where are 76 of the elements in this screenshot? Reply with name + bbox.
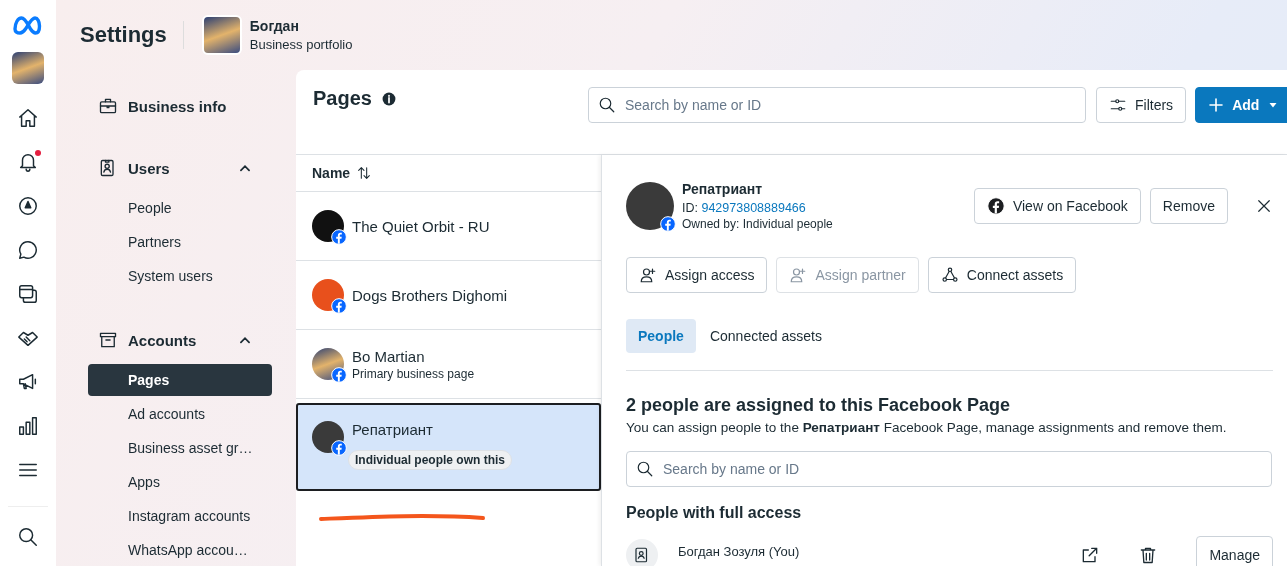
page-name: Dogs Brothers Dighomi bbox=[352, 286, 508, 304]
filters-button[interactable]: Filters bbox=[1096, 87, 1187, 123]
facebook-icon bbox=[331, 440, 347, 456]
nav-item[interactable]: Pages bbox=[88, 364, 272, 396]
avatar-photo[interactable] bbox=[12, 52, 44, 84]
facebook-icon bbox=[660, 216, 676, 232]
archive-box-icon bbox=[98, 330, 118, 350]
nav-item[interactable]: System users bbox=[88, 260, 272, 292]
portfolio-avatar[interactable] bbox=[201, 15, 242, 55]
page-row[interactable]: The Quiet Orbit - RU bbox=[296, 192, 601, 261]
nav-item[interactable]: People bbox=[88, 192, 272, 224]
page-row[interactable]: Dogs Brothers Dighomi bbox=[296, 261, 601, 330]
search-icon[interactable] bbox=[17, 526, 39, 548]
page-row[interactable]: Репатриант Individual people own this bbox=[296, 403, 601, 491]
bell-icon[interactable] bbox=[17, 151, 39, 173]
page-row[interactable]: Bo Martian Primary business page bbox=[296, 330, 601, 399]
nav-section[interactable]: Users bbox=[128, 159, 228, 177]
page-name: Репатриант bbox=[352, 421, 434, 438]
remove-button[interactable]: Remove bbox=[1149, 188, 1228, 224]
info-icon[interactable] bbox=[381, 91, 396, 106]
nav-item[interactable]: Apps bbox=[88, 466, 272, 498]
page-name: Bo Martian bbox=[352, 347, 426, 365]
search-icon bbox=[598, 96, 616, 114]
add-button[interactable]: Add bbox=[1195, 87, 1287, 123]
bar-chart-icon[interactable] bbox=[17, 415, 39, 437]
ownership-tag: Individual people own this bbox=[348, 450, 512, 470]
search-field[interactable]: Search by name or ID bbox=[588, 87, 1086, 123]
search-field[interactable]: Search by name or ID bbox=[626, 451, 1272, 487]
plus-icon bbox=[1208, 97, 1225, 113]
page-name: Репатриант bbox=[682, 181, 764, 197]
nav-section[interactable]: Accounts bbox=[128, 331, 228, 349]
windows-icon[interactable] bbox=[17, 283, 39, 305]
action-button[interactable]: Connect assets bbox=[927, 257, 1077, 293]
briefcase-icon bbox=[98, 96, 118, 116]
sort-icon[interactable] bbox=[356, 165, 373, 181]
add-person-icon bbox=[639, 266, 657, 284]
page-name: The Quiet Orbit - RU bbox=[352, 217, 490, 235]
sliders-icon bbox=[1109, 96, 1127, 114]
notification-dot bbox=[35, 150, 41, 156]
access-heading: People with full access bbox=[626, 504, 803, 522]
owner-text: Owned by: Individual people bbox=[682, 217, 834, 231]
nav-item[interactable]: Business asset gr… bbox=[88, 432, 272, 464]
view-on-facebook-button[interactable]: View on Facebook bbox=[973, 188, 1141, 224]
nodes-icon bbox=[940, 266, 959, 284]
person-name: Богдан Зозуля (You) bbox=[678, 543, 801, 559]
facebook-icon bbox=[331, 229, 347, 245]
assigned-heading: 2 people are assigned to this Facebook Page bbox=[626, 395, 1012, 416]
add-person-icon bbox=[789, 266, 808, 284]
nav-item[interactable]: Ad accounts bbox=[88, 398, 272, 430]
search-icon bbox=[636, 460, 654, 478]
facebook-icon bbox=[986, 197, 1005, 215]
page-id-link[interactable]: 942973808889466 bbox=[701, 201, 806, 215]
tab[interactable]: Connected assets bbox=[709, 319, 834, 353]
portfolio-subtitle: Business portfolio bbox=[249, 37, 353, 52]
page-avatar bbox=[626, 182, 674, 230]
portfolio-name: Богдан bbox=[249, 18, 300, 34]
facebook-icon bbox=[331, 367, 347, 383]
close-icon bbox=[1255, 197, 1273, 215]
id-label: ID: bbox=[682, 201, 698, 215]
page-title: Settings bbox=[80, 21, 184, 49]
person-icon bbox=[626, 539, 658, 566]
column-header[interactable]: Name bbox=[312, 165, 351, 181]
description-text: You can assign people to the Репатриант Facebook Page, manage assignments and remove them. bbox=[626, 420, 1228, 435]
page-subtitle: Primary business page bbox=[352, 366, 475, 381]
compass-icon[interactable] bbox=[17, 195, 39, 217]
nav-item[interactable]: Instagram accounts bbox=[88, 500, 272, 532]
home-icon[interactable] bbox=[17, 107, 39, 129]
nav-item[interactable]: WhatsApp accou… bbox=[88, 534, 272, 566]
manage-button[interactable]: Manage bbox=[1196, 536, 1273, 566]
facebook-icon bbox=[331, 298, 347, 314]
nav-section[interactable]: Business info bbox=[128, 97, 272, 115]
section-title: Pages bbox=[313, 87, 372, 110]
nav-item[interactable]: Partners bbox=[88, 226, 272, 258]
chat-bubble-icon[interactable] bbox=[17, 239, 39, 261]
action-button[interactable]: Assign access bbox=[626, 257, 768, 293]
tab[interactable]: People bbox=[626, 319, 696, 353]
